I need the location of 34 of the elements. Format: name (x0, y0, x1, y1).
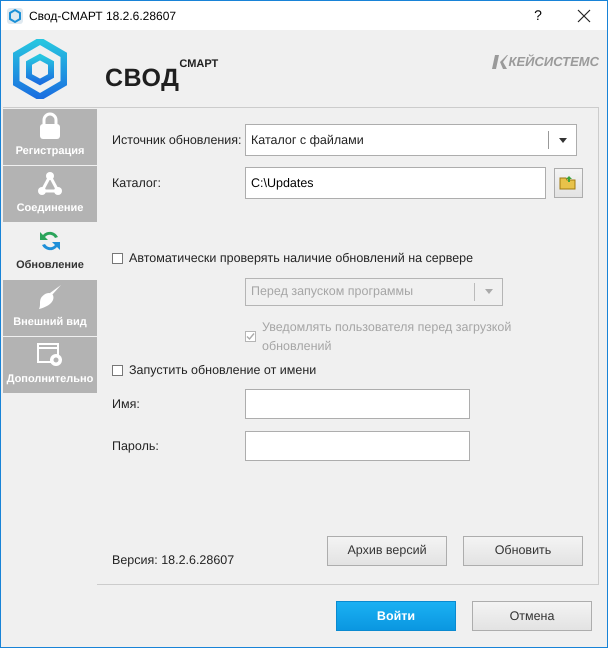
caret-icon (484, 289, 492, 294)
browse-button[interactable] (554, 168, 583, 198)
field-label: Имя: (112, 396, 141, 413)
checkbox[interactable] (112, 365, 123, 376)
network-icon (37, 170, 63, 196)
app-icon (7, 8, 23, 24)
field-label: Пароль: (112, 438, 160, 455)
password-input[interactable] (245, 431, 470, 461)
checkbox-label: Запустить обновление от имени (129, 362, 316, 380)
panel-button[interactable]: Архив версий (327, 536, 447, 566)
close-icon[interactable] (577, 8, 591, 22)
checkbox-label: Автоматически проверять наличие обновлений на сервере (129, 250, 474, 267)
vendor-name: КЕЙСИСТЕМС (508, 52, 599, 71)
source-dropdown[interactable]: Каталог с файлами (245, 124, 577, 156)
brush-icon (37, 282, 63, 310)
window-gear-icon (36, 342, 64, 368)
version-text: Версия: 18.2.6.28607 (112, 552, 234, 570)
checkbox[interactable] (112, 252, 123, 264)
folder-icon (559, 175, 578, 191)
checkbox-label: Уведомлять пользователя перед загрузкой обновлений (262, 318, 512, 354)
logo-superscript: СМАРТ (179, 57, 218, 72)
panel-button[interactable]: Обновить (463, 536, 583, 566)
vendor-logo-icon (492, 54, 508, 68)
catalog-input[interactable]: C:\Updates (245, 167, 546, 199)
lock-icon (37, 112, 63, 140)
help-button[interactable]: ? (515, 5, 561, 26)
window-title: Свод-СМАРТ 18.2.6.28607 (29, 8, 176, 24)
logo-icon (13, 38, 67, 98)
field-label: Источник обновления: (112, 132, 243, 149)
username-input[interactable] (245, 389, 470, 419)
caret-icon (558, 138, 566, 142)
cancel-button[interactable]: Отмена (472, 601, 592, 631)
logo-text: СВОД (105, 62, 180, 94)
field-label: Каталог: (112, 174, 162, 192)
